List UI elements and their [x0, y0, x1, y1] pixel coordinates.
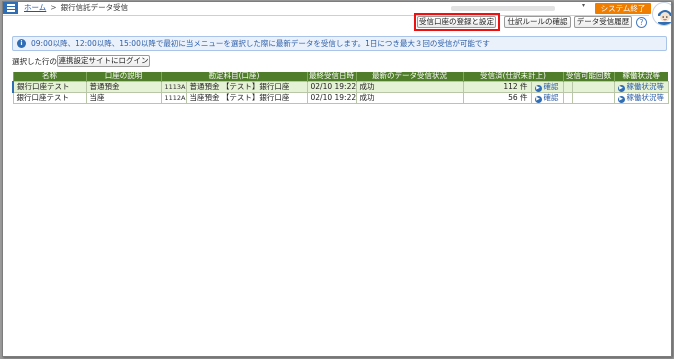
system-exit-button[interactable]: システム終了	[595, 3, 651, 14]
arrow-right-icon: ▶	[617, 95, 625, 102]
cell-last-received: 02/10 19:22	[306, 80, 357, 93]
receive-history-button[interactable]: データ受信履歴	[574, 16, 632, 28]
breadcrumb: ホーム > 銀行信託データ受信	[24, 3, 128, 13]
chevron-down-icon[interactable]: ▾	[582, 2, 585, 9]
column-header-received-count[interactable]: 受信済(仕訳未計上)	[462, 72, 564, 81]
cell-account-code: 1113A	[160, 80, 187, 93]
cell-name: 銀行口座テスト	[12, 91, 87, 104]
cell-last-received: 02/10 19:22	[306, 91, 357, 104]
info-message: 09:00以降、12:00以降、15:00以降で最初に当メニューを選択した際に最…	[31, 39, 490, 48]
login-link-site-button[interactable]: 連携設定サイトにログイン	[57, 55, 150, 67]
help-icon[interactable]: ?	[636, 17, 647, 28]
app-window: ホーム > 銀行信託データ受信 ▾ システム終了 受信口座の登録と設定 仕訳ルールの…	[2, 1, 672, 357]
journal-rules-button[interactable]: 仕訳ルールの確認	[504, 16, 571, 28]
column-header-available[interactable]: 受信可能回数	[562, 72, 615, 81]
cell-available	[571, 91, 615, 104]
cell-name: 銀行口座テスト	[12, 80, 87, 93]
operation-status-link[interactable]: ▶ 稼働状況等	[613, 80, 669, 93]
table-row[interactable]: 銀行口座テスト 当座 1112A 当座預金 【テスト】銀行口座 02/10 19…	[12, 91, 669, 104]
cell-status: 成功	[355, 91, 464, 104]
confirm-label: 確認	[543, 81, 559, 91]
confirm-link[interactable]: ▶ 確認	[530, 80, 564, 93]
table-row[interactable]: 銀行口座テスト 普通預金 1113A 普通預金 【テスト】銀行口座 02/10 …	[12, 80, 669, 93]
breadcrumb-separator: >	[50, 3, 57, 12]
column-header-description[interactable]: 口座の説明	[85, 72, 161, 81]
column-header-operation[interactable]: 稼働状況等	[613, 72, 669, 81]
account-table: 名称 口座の説明 勘定科目(口座) 最終受信日時 最新のデータ受信状況 受信済(…	[12, 72, 669, 104]
cell-account: 普通預金 【テスト】銀行口座	[185, 80, 308, 93]
column-header-name[interactable]: 名称	[12, 72, 86, 81]
cell-description: 当座	[85, 91, 162, 104]
arrow-right-icon: ▶	[617, 84, 625, 91]
column-header-status[interactable]: 最新のデータ受信状況	[355, 72, 464, 81]
column-header-last-received[interactable]: 最終受信日時	[306, 72, 357, 81]
cell-account: 当座預金 【テスト】銀行口座	[185, 91, 308, 104]
support-avatar-icon[interactable]	[652, 2, 671, 26]
cell-description: 普通預金	[85, 80, 162, 93]
blurred-user-info	[451, 6, 555, 11]
breadcrumb-current: 銀行信託データ受信	[60, 3, 129, 12]
top-bar: ホーム > 銀行信託データ受信 ▾ システム終了	[3, 2, 671, 26]
selected-row-label: 選択した行の	[12, 57, 57, 66]
column-header-account[interactable]: 勘定科目(口座)	[160, 72, 308, 81]
cell-status: 成功	[355, 80, 464, 93]
cell-available-spacer	[562, 80, 573, 93]
cell-available	[571, 80, 615, 93]
hamburger-menu-icon[interactable]	[3, 2, 18, 14]
cell-received-count: 56 件	[462, 91, 532, 104]
confirm-label: 確認	[543, 92, 559, 102]
operation-label: 稼働状況等	[626, 92, 665, 102]
cell-account-code: 1112A	[160, 91, 187, 104]
register-account-settings-button[interactable]: 受信口座の登録と設定	[417, 16, 496, 28]
info-banner: i 09:00以降、12:00以降、15:00以降で最初に当メニューを選択した際…	[12, 36, 667, 51]
arrow-right-icon: ▶	[534, 95, 542, 102]
info-icon: i	[17, 39, 26, 48]
operation-label: 稼働状況等	[626, 81, 665, 91]
confirm-link[interactable]: ▶ 確認	[530, 91, 564, 104]
table-header-row: 名称 口座の説明 勘定科目(口座) 最終受信日時 最新のデータ受信状況 受信済(…	[12, 72, 669, 81]
breadcrumb-home-link[interactable]: ホーム	[24, 3, 46, 12]
cell-received-count: 112 件	[462, 80, 532, 93]
cell-available-spacer	[562, 91, 573, 104]
operation-status-link[interactable]: ▶ 稼働状況等	[613, 91, 669, 104]
arrow-right-icon: ▶	[534, 84, 542, 91]
